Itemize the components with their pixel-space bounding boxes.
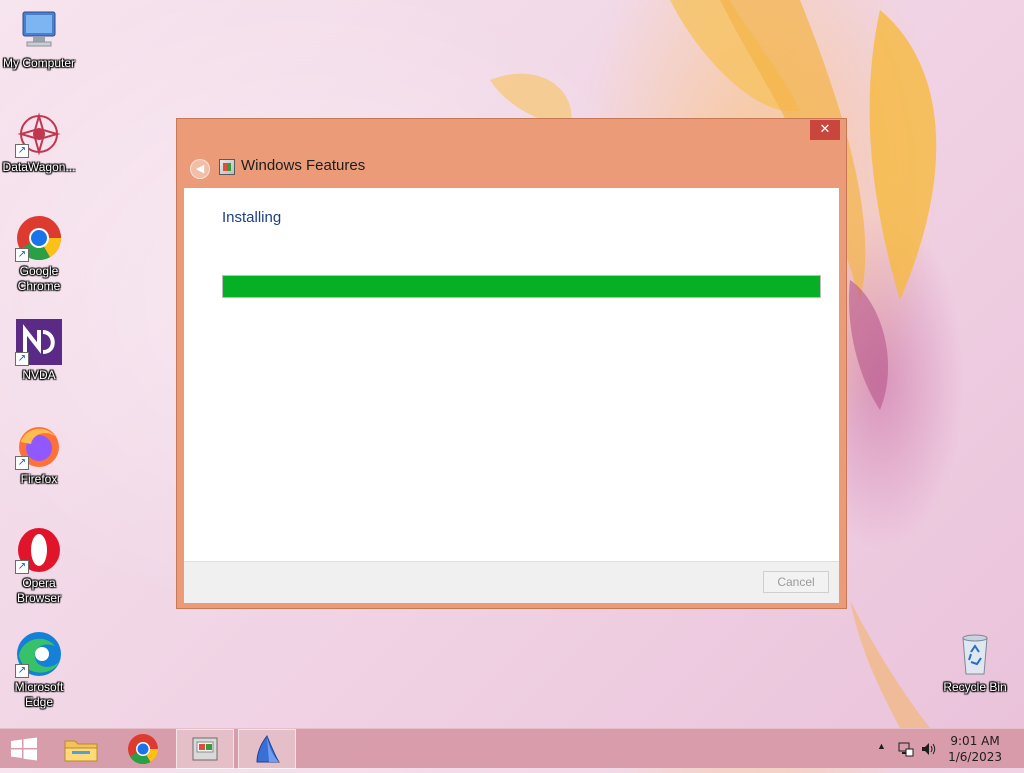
desktop-icon-google-chrome[interactable]: ↗ Google Chrome [1, 214, 77, 294]
network-icon[interactable] [898, 741, 914, 757]
start-button[interactable] [0, 729, 48, 769]
firefox-icon: ↗ [15, 422, 63, 470]
system-tray: ▲ [872, 729, 942, 769]
taskbar-file-explorer[interactable] [52, 729, 110, 769]
taskbar-google-chrome[interactable] [114, 729, 172, 769]
back-arrow-icon[interactable]: ◀ [190, 159, 210, 179]
desktop-icon-label: Recycle Bin [943, 680, 1007, 694]
shortcut-arrow-icon: ↗ [15, 248, 29, 262]
shortcut-arrow-icon: ↗ [15, 664, 29, 678]
folder-icon [64, 740, 98, 762]
taskbar: ▲ 9:01 AM 1/6/2023 [0, 728, 1024, 769]
desktop-icon-label: NVDA [22, 368, 56, 382]
dialog-title: Windows Features [241, 157, 366, 174]
desktop-icon-microsoft-edge[interactable]: ↗ Microsoft Edge [1, 630, 77, 710]
clock-date: 1/6/2023 [948, 750, 1002, 764]
status-text: Installing [222, 209, 282, 226]
recycle-bin-icon [951, 630, 999, 678]
shortcut-arrow-icon: ↗ [15, 144, 29, 158]
desktop-icon-my-computer[interactable]: My Computer [1, 6, 77, 71]
progress-fill [223, 276, 820, 297]
datawagon-icon: ↗ [15, 110, 63, 158]
clock-time: 9:01 AM [950, 734, 1000, 748]
volume-icon[interactable] [920, 741, 938, 757]
desktop-icon-datawagon[interactable]: ↗ DataWagon... [1, 110, 77, 175]
windows-features-icon [192, 737, 218, 761]
chrome-icon [128, 734, 158, 765]
desktop-icon-label: Google Chrome [17, 264, 61, 293]
desktop-icon-nvda[interactable]: ↗ NVDA [1, 318, 77, 383]
windows-features-icon [219, 159, 235, 175]
desktop-icon-label: DataWagon... [2, 160, 76, 174]
desktop-icon-label: Firefox [20, 472, 58, 486]
taskbar-windows-features[interactable] [176, 729, 234, 769]
opera-icon: ↗ [15, 526, 63, 574]
chrome-icon: ↗ [15, 214, 63, 262]
show-hidden-icons-icon[interactable]: ▲ [877, 741, 886, 751]
cancel-button[interactable]: Cancel [763, 571, 829, 593]
progress-bar [222, 275, 821, 298]
desktop-icon-firefox[interactable]: ↗ Firefox [1, 422, 77, 487]
nvda-icon: ↗ [15, 318, 63, 366]
close-button[interactable]: ✕ [810, 120, 840, 140]
dialog-footer: Cancel [184, 561, 839, 603]
shortcut-arrow-icon: ↗ [15, 352, 29, 366]
clock[interactable]: 9:01 AM 1/6/2023 [948, 733, 1002, 765]
shortcut-arrow-icon: ↗ [15, 456, 29, 470]
dialog-content: Installing [184, 188, 839, 561]
desktop-icon-label: Microsoft Edge [14, 680, 64, 709]
taskbar-app-sail[interactable] [238, 729, 296, 769]
desktop-icon-label: Opera Browser [16, 576, 61, 605]
windows-logo-icon [11, 737, 37, 761]
sail-icon [256, 735, 280, 763]
desktop-icon-label: My Computer [2, 56, 76, 70]
computer-icon [15, 6, 63, 54]
windows-features-dialog: ✕ ◀ Windows Features Installing Cancel [176, 118, 847, 609]
edge-icon: ↗ [15, 630, 63, 678]
desktop-icon-recycle-bin[interactable]: Recycle Bin [937, 630, 1013, 695]
desktop-icon-opera[interactable]: ↗ Opera Browser [1, 526, 77, 606]
shortcut-arrow-icon: ↗ [15, 560, 29, 574]
